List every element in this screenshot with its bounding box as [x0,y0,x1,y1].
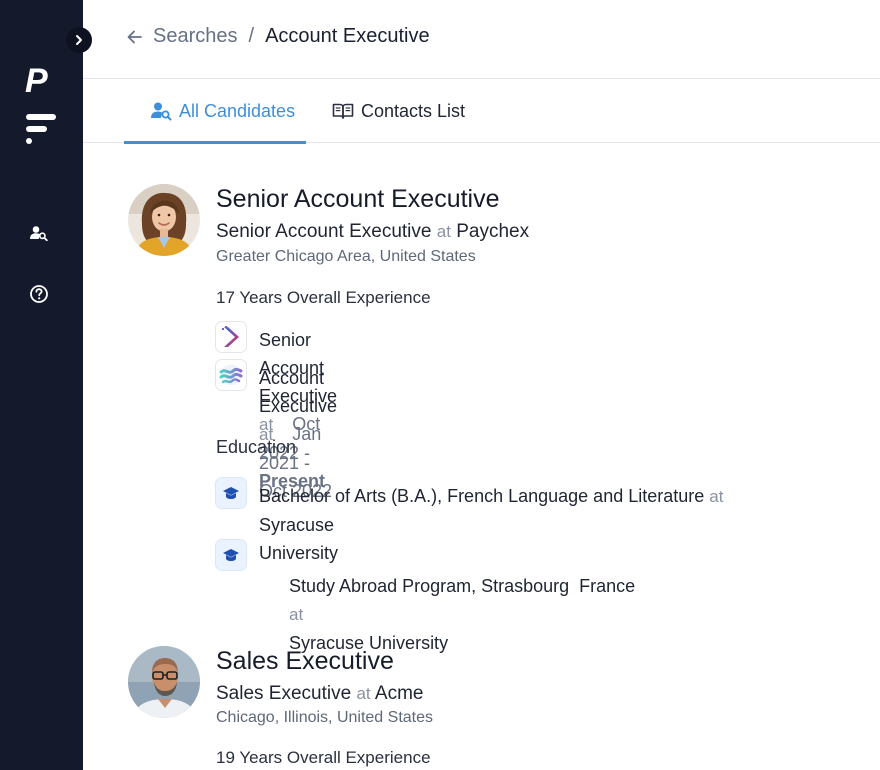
candidate-location: Chicago, Illinois, United States [216,709,433,726]
breadcrumb: Searches / Account Executive [125,25,430,48]
logo-letter: P [25,62,48,100]
avatar [128,184,200,256]
company-logo [215,359,247,391]
tab-contacts-list[interactable]: Contacts List [332,79,465,143]
sidebar: P [0,0,83,770]
chevron-logo-icon [222,326,239,347]
app-logo: P [25,62,56,144]
education-badge [215,477,247,509]
company-logo [215,321,247,353]
candidate-name[interactable]: Senior Account Executive [216,185,500,214]
sidebar-item-help[interactable] [27,282,51,306]
candidate-company: Paychex [456,221,530,242]
candidate-headline: Senior Account Executive at Paychex [216,221,529,243]
sidebar-toggle-button[interactable] [66,27,92,53]
help-circle-icon [30,285,48,303]
at-label: at [356,684,371,703]
candidate-title: Sales Executive [216,683,352,704]
candidate-name[interactable]: Sales Executive [216,647,394,676]
sidebar-item-candidate-search[interactable] [27,221,51,245]
at-label: at [709,487,724,506]
at-label: at [436,222,451,241]
tab-contacts-list-label: Contacts List [361,100,466,121]
tab-all-candidates-label: All Candidates [179,100,296,121]
breadcrumb-current: Account Executive [265,25,430,47]
graduation-cap-icon [223,487,239,499]
breadcrumb-searches-link[interactable]: Searches [153,25,238,48]
tab-bar: All Candidates Contacts List [83,79,880,144]
candidate-location: Greater Chicago Area, United States [216,248,476,265]
at-label: at [289,605,304,624]
education-badge [215,539,247,571]
open-book-icon [332,103,354,119]
education-heading: Education [216,437,297,457]
user-search-icon [151,102,172,121]
user-search-icon [30,226,48,241]
wave-logo-icon [219,364,243,386]
candidate-company: Acme [374,683,424,704]
experience-role: Account Executive [259,368,338,416]
education-school: Syracuse [259,515,335,535]
education-degree: Bachelor of Arts (B.A.), French Language… [259,486,705,506]
education-degree: Study Abroad Program, Strasbourg France [289,576,636,596]
overall-experience: 19 Years Overall Experience [216,748,431,767]
graduation-cap-icon [223,549,239,561]
chevron-right-icon [76,35,82,45]
breadcrumb-separator: / [248,25,255,47]
top-bar: Searches / Account Executive [83,0,880,79]
avatar [128,646,200,718]
arrow-left-icon[interactable] [125,27,145,47]
candidate-title: Senior Account Executive [216,221,432,242]
tab-all-candidates[interactable]: All Candidates [124,79,306,144]
candidate-headline: Sales Executive at Acme [216,683,423,705]
overall-experience: 17 Years Overall Experience [216,288,431,307]
